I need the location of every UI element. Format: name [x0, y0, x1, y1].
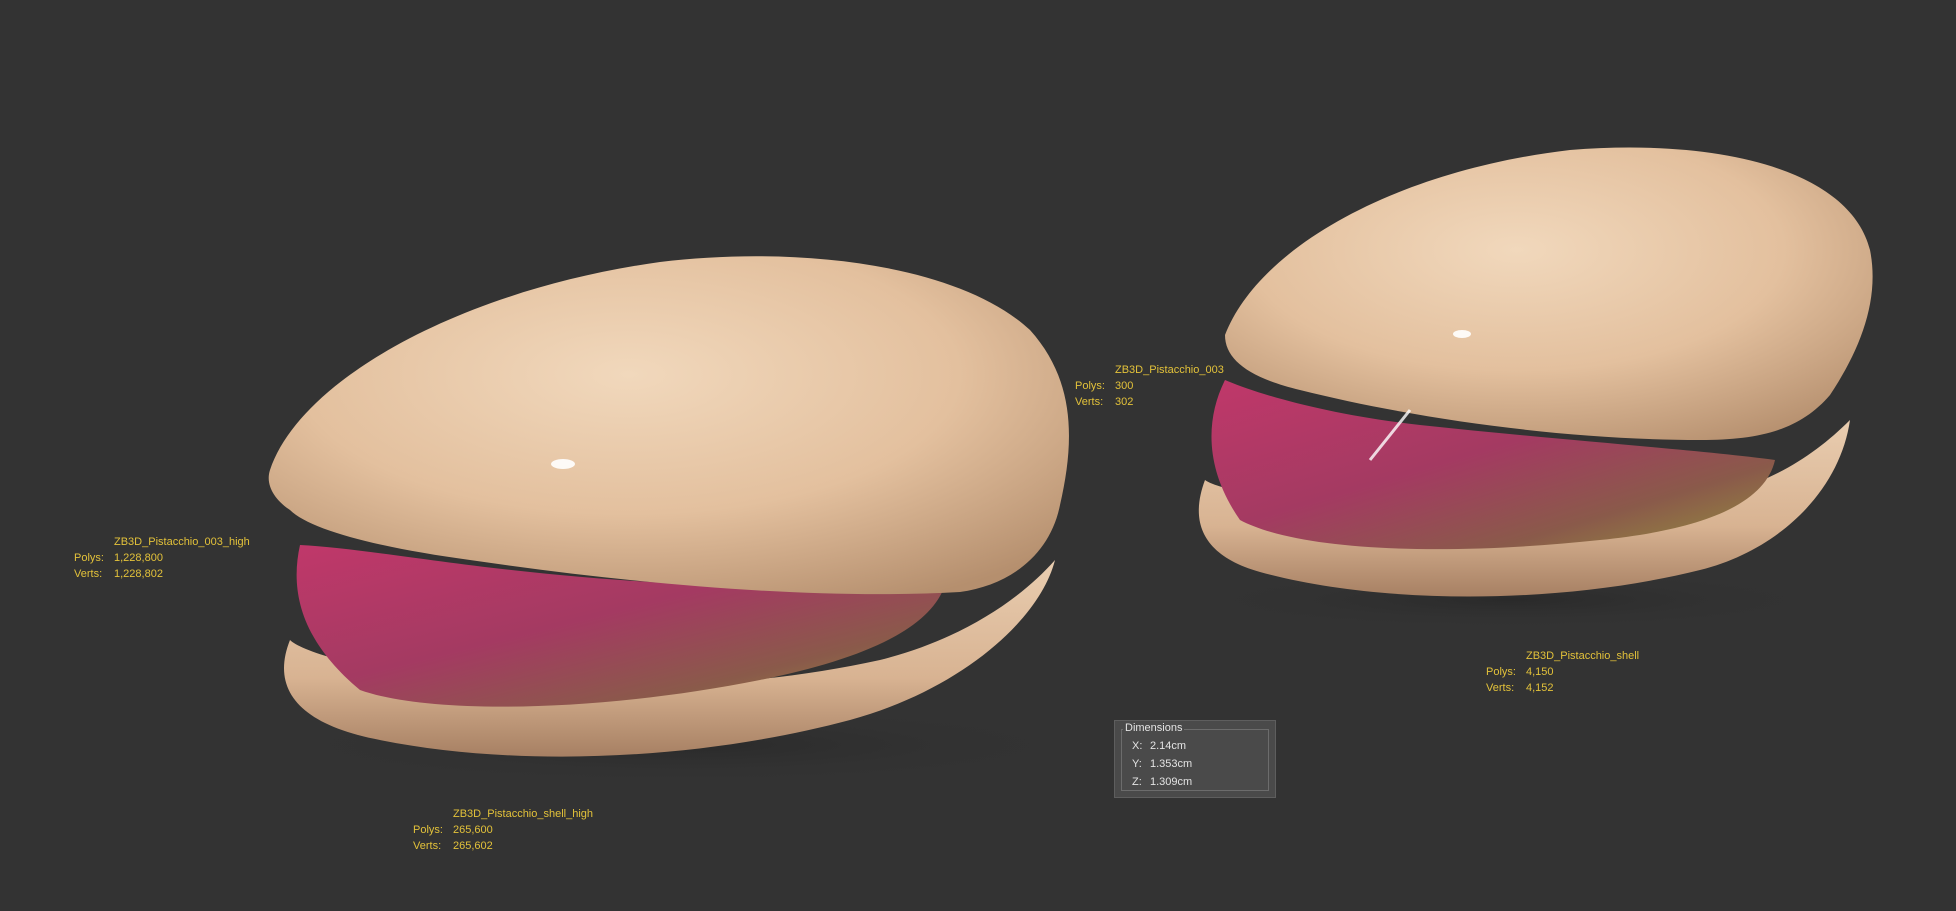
pistachio-high-model[interactable]: [260, 256, 1100, 785]
axis-label: Z:: [1132, 776, 1142, 788]
verts-value: 302: [1115, 396, 1134, 408]
polys-label: Polys:: [74, 552, 104, 564]
verts-value: 4,152: [1526, 682, 1554, 694]
viewport-render: [260, 147, 1873, 785]
dimension-x-row: X: 2.14cm: [1132, 740, 1186, 752]
object-stats-pistachio-high: ZB3D_Pistacchio_003_high Polys: 1,228,800…: [74, 534, 250, 582]
polys-label: Polys:: [413, 824, 443, 836]
pistachio-high-mesh: [268, 256, 1069, 595]
verts-label: Verts:: [413, 840, 442, 852]
pistachio-low-mesh: [1225, 147, 1873, 440]
object-name: ZB3D_Pistacchio_shell: [1526, 650, 1640, 662]
dimension-z-row: Z: 1.309cm: [1132, 776, 1192, 788]
verts-value: 265,602: [453, 840, 493, 852]
object-stats-pistachio-low: ZB3D_Pistacchio_003 Polys: 300 Verts: 302: [1075, 362, 1224, 410]
polys-value: 265,600: [453, 824, 493, 836]
verts-label: Verts:: [74, 568, 103, 580]
object-stats-shell-low: ZB3D_Pistacchio_shell Polys: 4,150 Verts:…: [1486, 648, 1639, 696]
axis-label: X:: [1132, 740, 1143, 752]
3d-viewport[interactable]: ZB3D_Pistacchio_003_high Polys: 1,228,800…: [0, 0, 1956, 911]
polys-value: 1,228,800: [114, 552, 163, 564]
dimension-value: 2.14cm: [1150, 740, 1187, 752]
object-name: ZB3D_Pistacchio_shell_high: [453, 808, 594, 820]
polys-label: Polys:: [1486, 666, 1516, 678]
polys-value: 300: [1115, 380, 1134, 392]
object-name: ZB3D_Pistacchio_003: [1115, 364, 1224, 376]
verts-label: Verts:: [1486, 682, 1515, 694]
verts-label: Verts:: [1075, 396, 1104, 408]
pistachio-low-model[interactable]: [1180, 147, 1873, 630]
dimensions-group-box: X: 2.14cm Y: 1.353cm Z: 1.309cm: [1121, 729, 1269, 791]
dimensions-panel: X: 2.14cm Y: 1.353cm Z: 1.309cm Dimensions: [1114, 720, 1276, 798]
axis-label: Y:: [1132, 758, 1142, 770]
dimension-value: 1.353cm: [1150, 758, 1193, 770]
verts-value: 1,228,802: [114, 568, 163, 580]
object-name: ZB3D_Pistacchio_003_high: [114, 536, 250, 548]
object-stats-shell-high: ZB3D_Pistacchio_shell_high Polys: 265,600…: [413, 806, 593, 854]
dimension-value: 1.309cm: [1150, 776, 1193, 788]
polys-label: Polys:: [1075, 380, 1105, 392]
dimensions-title: Dimensions: [1123, 722, 1185, 734]
dimension-y-row: Y: 1.353cm: [1132, 758, 1192, 770]
polys-value: 4,150: [1526, 666, 1554, 678]
